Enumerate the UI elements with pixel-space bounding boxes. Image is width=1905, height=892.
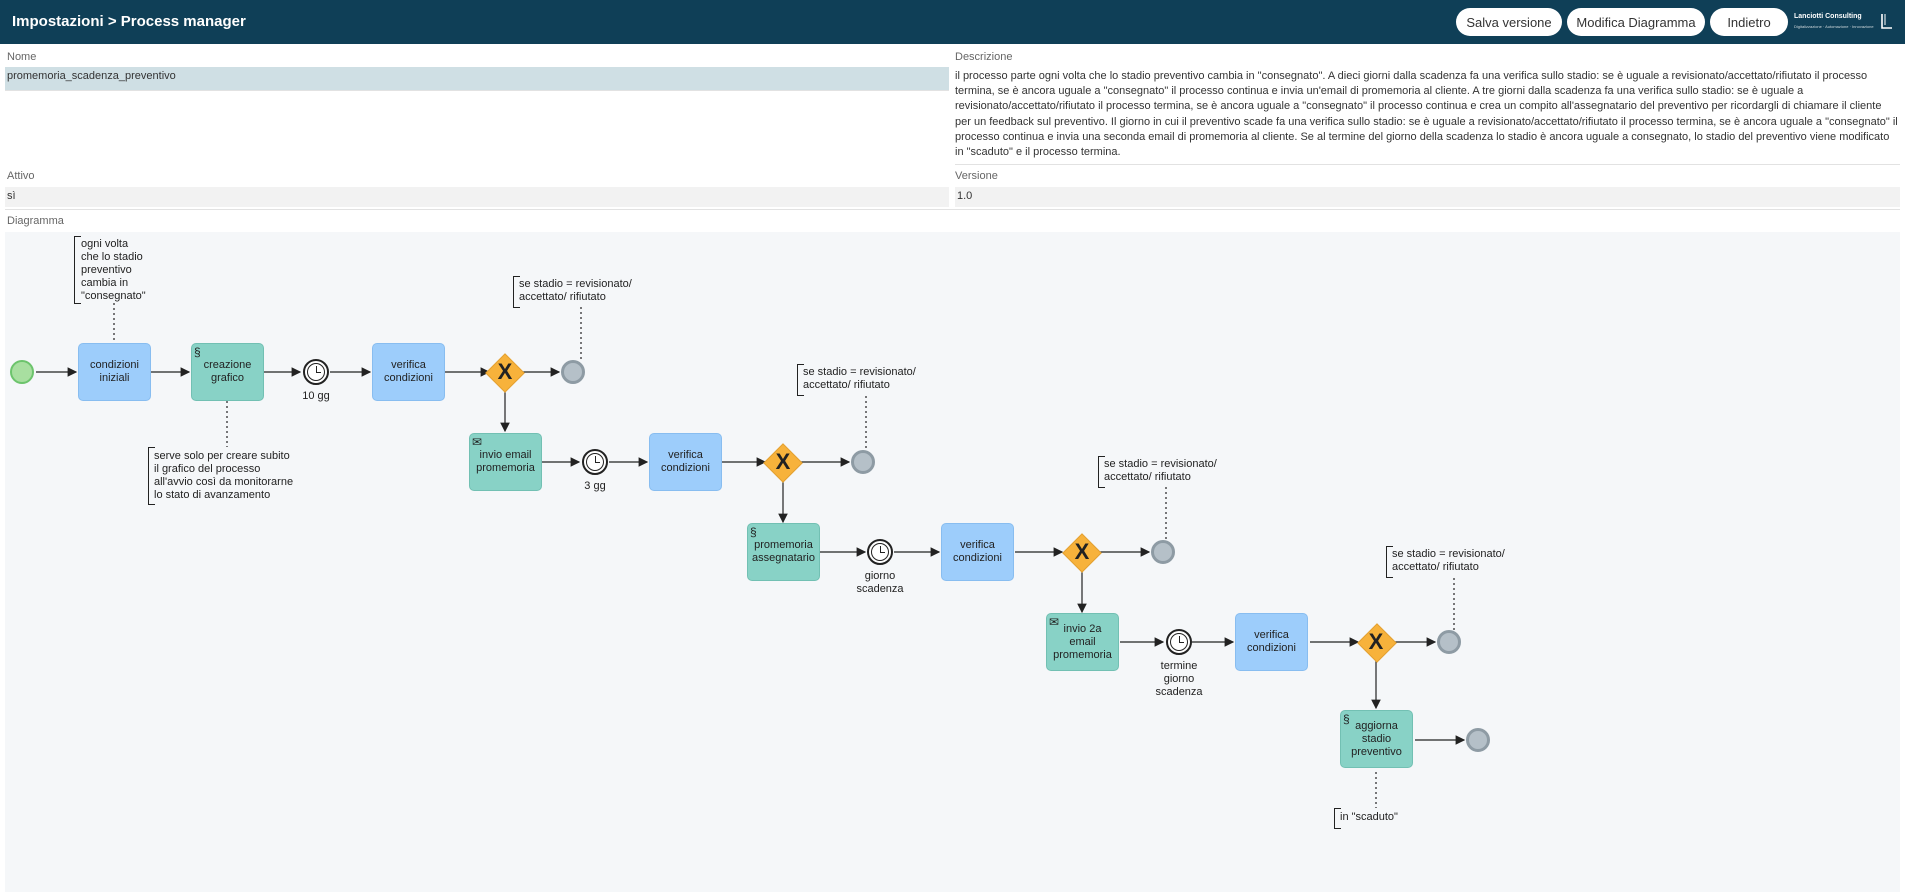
end-event[interactable] (561, 360, 585, 384)
annotation-condition-3: se stadio = revisionato/ accettato/ rifi… (1104, 458, 1217, 483)
task-send-reminder-email[interactable]: ✉ invio email promemoria (469, 433, 542, 491)
clock-icon[interactable] (867, 539, 893, 565)
task-label: invio email promemoria (476, 449, 535, 474)
clock-icon[interactable] (582, 449, 608, 475)
task-label: aggiorna stadio preventivo (1351, 719, 1402, 758)
timer-label-4: termine giorno scadenza (1155, 660, 1203, 698)
end-event[interactable] (851, 450, 875, 474)
task-initial-conditions[interactable]: condizioni iniziali (78, 343, 151, 401)
clock-icon[interactable] (1166, 629, 1192, 655)
envelope-icon: ✉ (1049, 615, 1060, 629)
task-label: invio 2a email promemoria (1053, 622, 1112, 661)
end-event[interactable] (1151, 540, 1175, 564)
task-verify-conditions-2[interactable]: verifica condizioni (649, 433, 722, 491)
task-create-chart[interactable]: § creazione grafico (191, 343, 264, 401)
script-icon: § (750, 525, 757, 539)
annotation-condition-1: se stadio = revisionato/ accettato/ rifi… (519, 278, 632, 303)
task-verify-conditions-1[interactable]: verifica condizioni (372, 343, 445, 401)
task-label: creazione grafico (203, 359, 252, 384)
task-update-quote-stage[interactable]: § aggiorna stadio preventivo (1340, 710, 1413, 768)
task-label: verifica condizioni (661, 449, 710, 474)
annotation-condition-2: se stadio = revisionato/ accettato/ rifi… (803, 366, 916, 391)
script-icon: § (194, 345, 201, 359)
diagram-connectors (36, 303, 1466, 808)
script-icon: § (1343, 712, 1350, 726)
task-verify-conditions-4[interactable]: verifica condizioni (1235, 613, 1308, 671)
task-label: condizioni iniziali (90, 359, 139, 384)
end-event[interactable] (1466, 728, 1490, 752)
gateway-x-icon: X (775, 449, 791, 474)
gateway-x-icon: X (1368, 629, 1384, 654)
timer-label-3: giorno scadenza (856, 570, 904, 595)
annotation-expired: in "scaduto" (1340, 811, 1398, 823)
annotation-chart-note: serve solo per creare subito il grafico … (154, 450, 294, 501)
timer-label-2: 3 gg (584, 480, 606, 492)
task-label: verifica condizioni (953, 539, 1002, 564)
timer-label-1: 10 gg (302, 390, 330, 402)
end-event[interactable] (1437, 630, 1461, 654)
gateway-x-icon: X (497, 359, 513, 384)
task-label: verifica condizioni (1247, 629, 1296, 654)
task-assignee-reminder[interactable]: § promemoria assegnatario (747, 523, 820, 581)
annotation-bracket (74, 236, 81, 304)
annotation-condition-4: se stadio = revisionato/ accettato/ rifi… (1392, 548, 1505, 573)
task-verify-conditions-3[interactable]: verifica condizioni (941, 523, 1014, 581)
start-event[interactable] (10, 360, 34, 384)
task-send-second-reminder-email[interactable]: ✉ invio 2a email promemoria (1046, 613, 1119, 671)
task-label: promemoria assegnatario (752, 539, 815, 564)
gateway-x-icon: X (1074, 539, 1090, 564)
task-label: verifica condizioni (384, 359, 433, 384)
annotation-start-trigger: ogni volta che lo stadio preventivo camb… (81, 238, 146, 302)
clock-icon[interactable] (303, 359, 329, 385)
envelope-icon: ✉ (472, 435, 483, 449)
